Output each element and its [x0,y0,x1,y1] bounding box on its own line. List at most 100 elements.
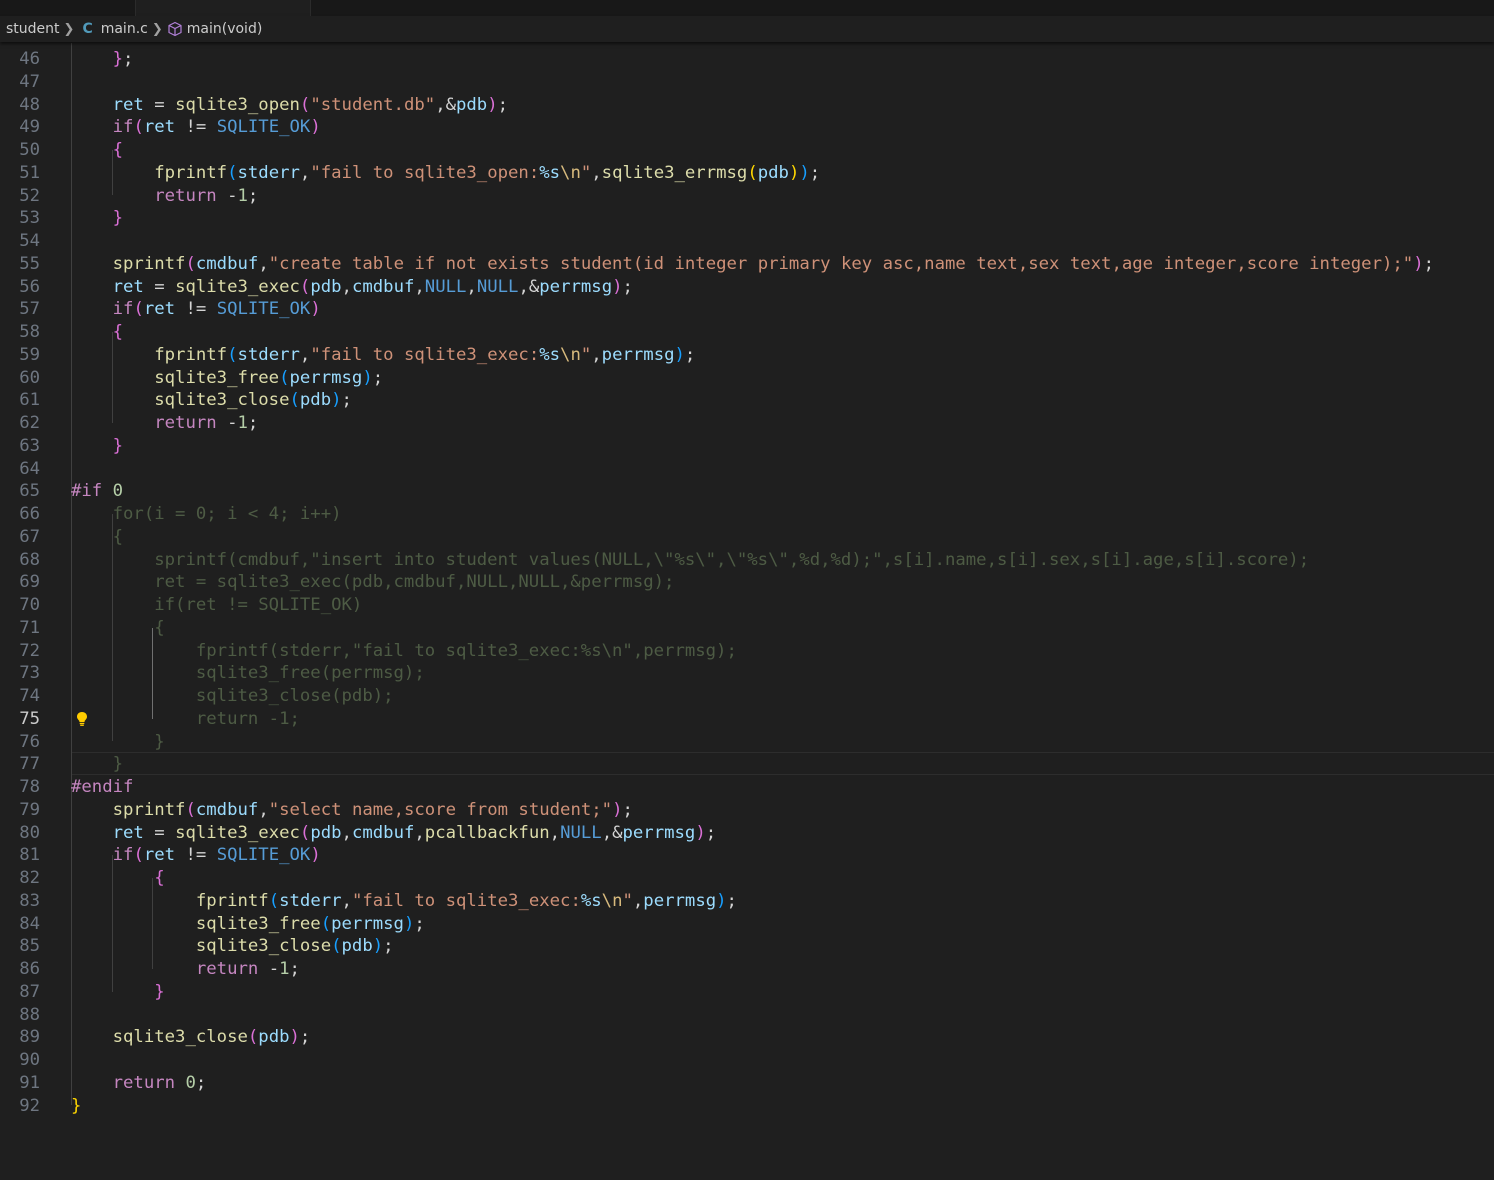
code-text[interactable]: } [71,1095,81,1118]
code-text[interactable]: if(ret != SQLITE_OK) [71,116,321,139]
code-text[interactable]: { [71,617,164,640]
code-line[interactable]: 89 sqlite3_close(pdb); [0,1026,1494,1049]
code-text[interactable]: #if 0 [71,480,123,503]
code-line[interactable]: 83 fprintf(stderr,"fail to sqlite3_exec:… [0,890,1494,913]
code-line[interactable]: 88 [0,1004,1494,1027]
code-text[interactable]: for(i = 0; i < 4; i++) [71,503,342,526]
code-line[interactable]: 50 { [0,139,1494,162]
code-line[interactable]: 84 sqlite3_free(perrmsg); [0,913,1494,936]
code-text[interactable]: if(ret != SQLITE_OK) [71,844,321,867]
code-text[interactable]: return -1; [71,958,300,981]
code-line[interactable]: 57 if(ret != SQLITE_OK) [0,298,1494,321]
code-line[interactable]: 55 sprintf(cmdbuf,"create table if not e… [0,253,1494,276]
code-line[interactable]: 46 }; [0,48,1494,71]
code-line[interactable]: 66 for(i = 0; i < 4; i++) [0,503,1494,526]
code-text[interactable]: sqlite3_free(perrmsg); [71,662,425,685]
code-text[interactable]: } [71,753,123,776]
code-line[interactable]: 79 sprintf(cmdbuf,"select name,score fro… [0,799,1494,822]
code-line[interactable]: 74 sqlite3_close(pdb); [0,685,1494,708]
code-line[interactable]: 91 return 0; [0,1072,1494,1095]
code-line[interactable]: 62 return -1; [0,412,1494,435]
code-text[interactable]: ret = sqlite3_exec(pdb,cmdbuf,NULL,NULL,… [71,276,633,299]
code-line[interactable]: 47 [0,71,1494,94]
code-line[interactable]: 51 fprintf(stderr,"fail to sqlite3_open:… [0,162,1494,185]
code-line[interactable]: 67 { [0,526,1494,549]
code-line[interactable]: 87 } [0,981,1494,1004]
code-line[interactable]: 82 { [0,867,1494,890]
code-text[interactable]: } [71,435,123,458]
code-text[interactable]: sprintf(cmdbuf,"select name,score from s… [71,799,633,822]
code-text[interactable]: sprintf(cmdbuf,"create table if not exis… [71,253,1434,276]
code-text[interactable]: ret = sqlite3_exec(pdb,cmdbuf,NULL,NULL,… [71,571,674,594]
code-token: sqlite3_free [195,913,321,934]
code-text[interactable]: return 0; [71,1072,207,1095]
code-text[interactable]: sqlite3_close(pdb); [71,1026,311,1049]
code-text[interactable]: ret = sqlite3_exec(pdb,cmdbuf,pcallbackf… [71,822,717,845]
breadcrumb-file[interactable]: main.c [101,21,148,37]
code-line[interactable]: 71 { [0,617,1494,640]
code-line[interactable]: 75 return -1; [0,708,1494,731]
code-line[interactable]: 78 #endif [0,776,1494,799]
code-text[interactable]: #endif [71,776,133,799]
editor-tab-active[interactable] [136,0,311,16]
code-line[interactable]: 73 sqlite3_free(perrmsg); [0,662,1494,685]
code-text[interactable]: if(ret != SQLITE_OK) [71,298,321,321]
code-line[interactable]: 60 sqlite3_free(perrmsg); [0,367,1494,390]
code-text[interactable]: sqlite3_free(perrmsg); [71,367,383,390]
code-text[interactable]: sqlite3_close(pdb); [71,389,352,412]
code-token: ; [247,413,259,433]
code-text[interactable]: } [71,731,164,754]
code-line[interactable]: 64 [0,458,1494,481]
code-line[interactable]: 68 sprintf(cmdbuf,"insert into student v… [0,549,1494,572]
code-line[interactable]: 80 ret = sqlite3_exec(pdb,cmdbuf,pcallba… [0,822,1494,845]
code-line[interactable]: 65 #if 0 [0,480,1494,503]
code-line[interactable]: 92} [0,1095,1494,1118]
code-line[interactable]: 52 return -1; [0,185,1494,208]
code-text[interactable]: fprintf(stderr,"fail to sqlite3_exec:%s\… [71,640,737,663]
code-text[interactable]: sqlite3_close(pdb); [71,935,394,958]
code-token: 1 [279,959,290,979]
code-line[interactable]: 86 return -1; [0,958,1494,981]
code-text[interactable]: } [71,207,123,230]
code-line[interactable]: 63 } [0,435,1494,458]
breadcrumb-symbol[interactable]: main(void) [187,21,263,37]
code-text[interactable]: sqlite3_free(perrmsg); [71,913,425,936]
code-line[interactable]: 77 } [0,753,1494,776]
code-text[interactable]: ret = sqlite3_open("student.db",&pdb); [71,94,508,117]
code-text[interactable]: } [71,981,164,1004]
code-line[interactable]: 59 fprintf(stderr,"fail to sqlite3_exec:… [0,344,1494,367]
code-editor[interactable]: 46 }; 47 48 ret = sqlite3_open("student.db… [0,43,1494,1180]
code-token: ( [747,162,758,183]
code-line[interactable]: 49 if(ret != SQLITE_OK) [0,116,1494,139]
code-text[interactable]: { [71,526,123,549]
code-line[interactable]: 61 sqlite3_close(pdb); [0,389,1494,412]
code-text[interactable]: fprintf(stderr,"fail to sqlite3_exec:%s\… [71,890,737,913]
code-line[interactable]: 58 { [0,321,1494,344]
code-text[interactable]: return -1; [71,185,258,208]
code-text[interactable]: { [71,321,123,344]
code-line[interactable]: 70 if(ret != SQLITE_OK) [0,594,1494,617]
lightbulb-icon[interactable] [75,711,89,727]
code-text[interactable]: fprintf(stderr,"fail to sqlite3_open:%s\… [71,162,820,185]
code-text[interactable]: return -1; [71,412,258,435]
code-text[interactable]: { [71,867,164,890]
code-text[interactable]: sqlite3_close(pdb); [71,685,394,708]
code-line[interactable]: 76 } [0,731,1494,754]
code-line[interactable]: 53 } [0,207,1494,230]
code-line[interactable]: 56 ret = sqlite3_exec(pdb,cmdbuf,NULL,NU… [0,276,1494,299]
code-line[interactable]: 85 sqlite3_close(pdb); [0,935,1494,958]
code-text[interactable]: if(ret != SQLITE_OK) [71,594,362,617]
code-line[interactable]: 54 [0,230,1494,253]
code-line[interactable]: 69 ret = sqlite3_exec(pdb,cmdbuf,NULL,NU… [0,571,1494,594]
code-text[interactable]: { [71,139,123,162]
code-line[interactable]: 81 if(ret != SQLITE_OK) [0,844,1494,867]
code-text[interactable]: return -1; [71,708,300,731]
code-text[interactable]: }; [71,48,134,71]
code-line[interactable]: 48 ret = sqlite3_open("student.db",&pdb)… [0,94,1494,117]
code-line[interactable]: 90 [0,1049,1494,1072]
code-line[interactable]: 72 fprintf(stderr,"fail to sqlite3_exec:… [0,640,1494,663]
editor-tab-inactive[interactable] [0,0,136,16]
breadcrumb-folder[interactable]: student [6,21,60,37]
code-text[interactable]: sprintf(cmdbuf,"insert into student valu… [71,549,1309,572]
code-text[interactable]: fprintf(stderr,"fail to sqlite3_exec:%s\… [71,344,695,367]
